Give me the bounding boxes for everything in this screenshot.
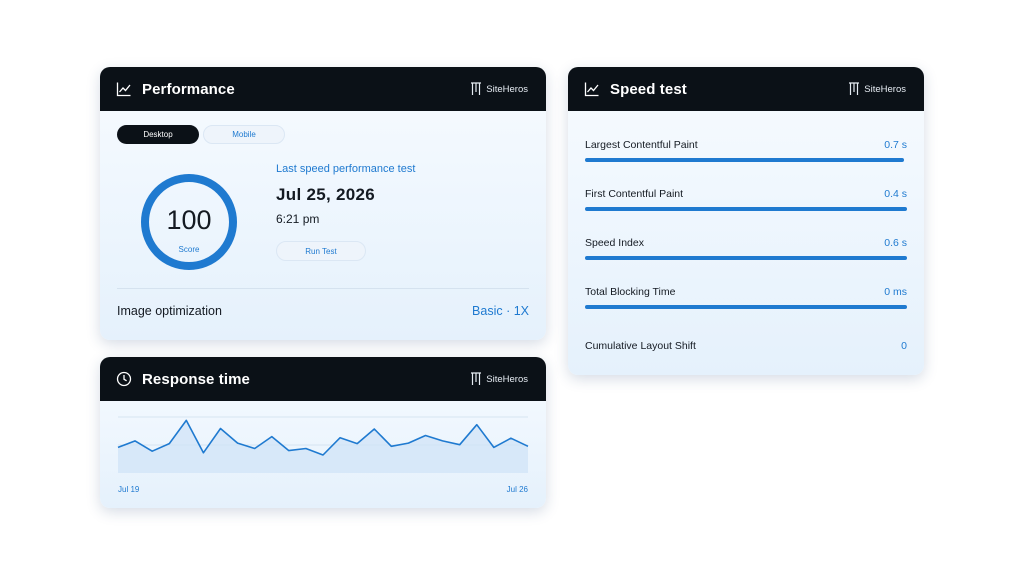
image-optimization-value[interactable]: Basic · 1X — [472, 304, 529, 318]
metric-label: Cumulative Layout Shift — [585, 340, 696, 352]
siteheros-logo-icon — [471, 372, 482, 385]
metric-label: Speed Index — [585, 237, 644, 249]
brand-logo: SiteHeros — [848, 82, 906, 96]
metric-bar — [585, 256, 907, 260]
metric-tbt: Total Blocking Time 0 ms — [585, 286, 907, 316]
metric-lcp: Largest Contentful Paint 0.7 s — [585, 139, 907, 169]
metric-label: Largest Contentful Paint — [585, 139, 698, 151]
x-end-label: Jul 26 — [507, 485, 529, 494]
metric-label: First Contentful Paint — [585, 188, 684, 200]
brand-logo: SiteHeros — [470, 82, 528, 96]
score-label: Score — [178, 245, 200, 254]
metric-value: 0.4 s — [884, 188, 907, 200]
metric-value: 0.6 s — [884, 237, 907, 249]
metric-bar — [585, 305, 907, 309]
response-time-card: Response time SiteHeros Jul 19 Jul 26 — [100, 357, 546, 508]
response-time-chart: Jul 19 Jul 26 — [117, 416, 529, 494]
performance-card: Performance SiteHeros Desktop Mobile 100… — [100, 67, 546, 340]
performance-header: Performance SiteHeros — [100, 67, 546, 111]
metric-bar — [585, 158, 904, 162]
speed-test-header: Speed test SiteHeros — [568, 67, 924, 111]
image-optimization-label: Image optimization — [117, 304, 222, 318]
siteheros-logo-icon — [471, 82, 482, 95]
metric-cls: Cumulative Layout Shift 0 — [585, 340, 907, 370]
run-test-button[interactable]: Run Test — [276, 241, 366, 261]
brand-logo: SiteHeros — [470, 372, 528, 386]
last-test-label: Last speed performance test — [276, 163, 416, 175]
speed-test-title: Speed test — [610, 80, 687, 98]
metric-value: 0 ms — [884, 286, 907, 298]
x-start-label: Jul 19 — [118, 485, 140, 494]
metric-value: 0 — [901, 340, 907, 352]
metric-fcp: First Contentful Paint 0.4 s — [585, 188, 907, 218]
clock-icon — [116, 371, 132, 387]
brand-name: SiteHeros — [864, 83, 906, 95]
performance-title: Performance — [142, 80, 235, 98]
brand-name: SiteHeros — [486, 83, 528, 95]
siteheros-logo-icon — [849, 82, 860, 95]
divider — [117, 288, 529, 289]
metric-speed-index: Speed Index 0.6 s — [585, 237, 907, 267]
brand-name: SiteHeros — [486, 373, 528, 385]
response-time-title: Response time — [142, 370, 250, 388]
last-test-date: Jul 25, 2026 — [276, 185, 376, 204]
line-chart-icon — [584, 81, 600, 97]
metric-label: Total Blocking Time — [585, 286, 676, 298]
speed-test-card: Speed test SiteHeros Largest Contentful … — [568, 67, 924, 375]
response-time-area — [118, 420, 528, 473]
last-test-time: 6:21 pm — [276, 212, 320, 226]
metric-bar — [585, 207, 907, 211]
line-chart-icon — [116, 81, 132, 97]
tab-desktop[interactable]: Desktop — [117, 125, 199, 144]
tab-mobile[interactable]: Mobile — [203, 125, 285, 144]
response-time-header: Response time SiteHeros — [100, 357, 546, 401]
metric-value: 0.7 s — [884, 139, 907, 151]
device-toggle: Desktop Mobile — [117, 125, 289, 144]
score-value: 100 — [166, 205, 212, 235]
